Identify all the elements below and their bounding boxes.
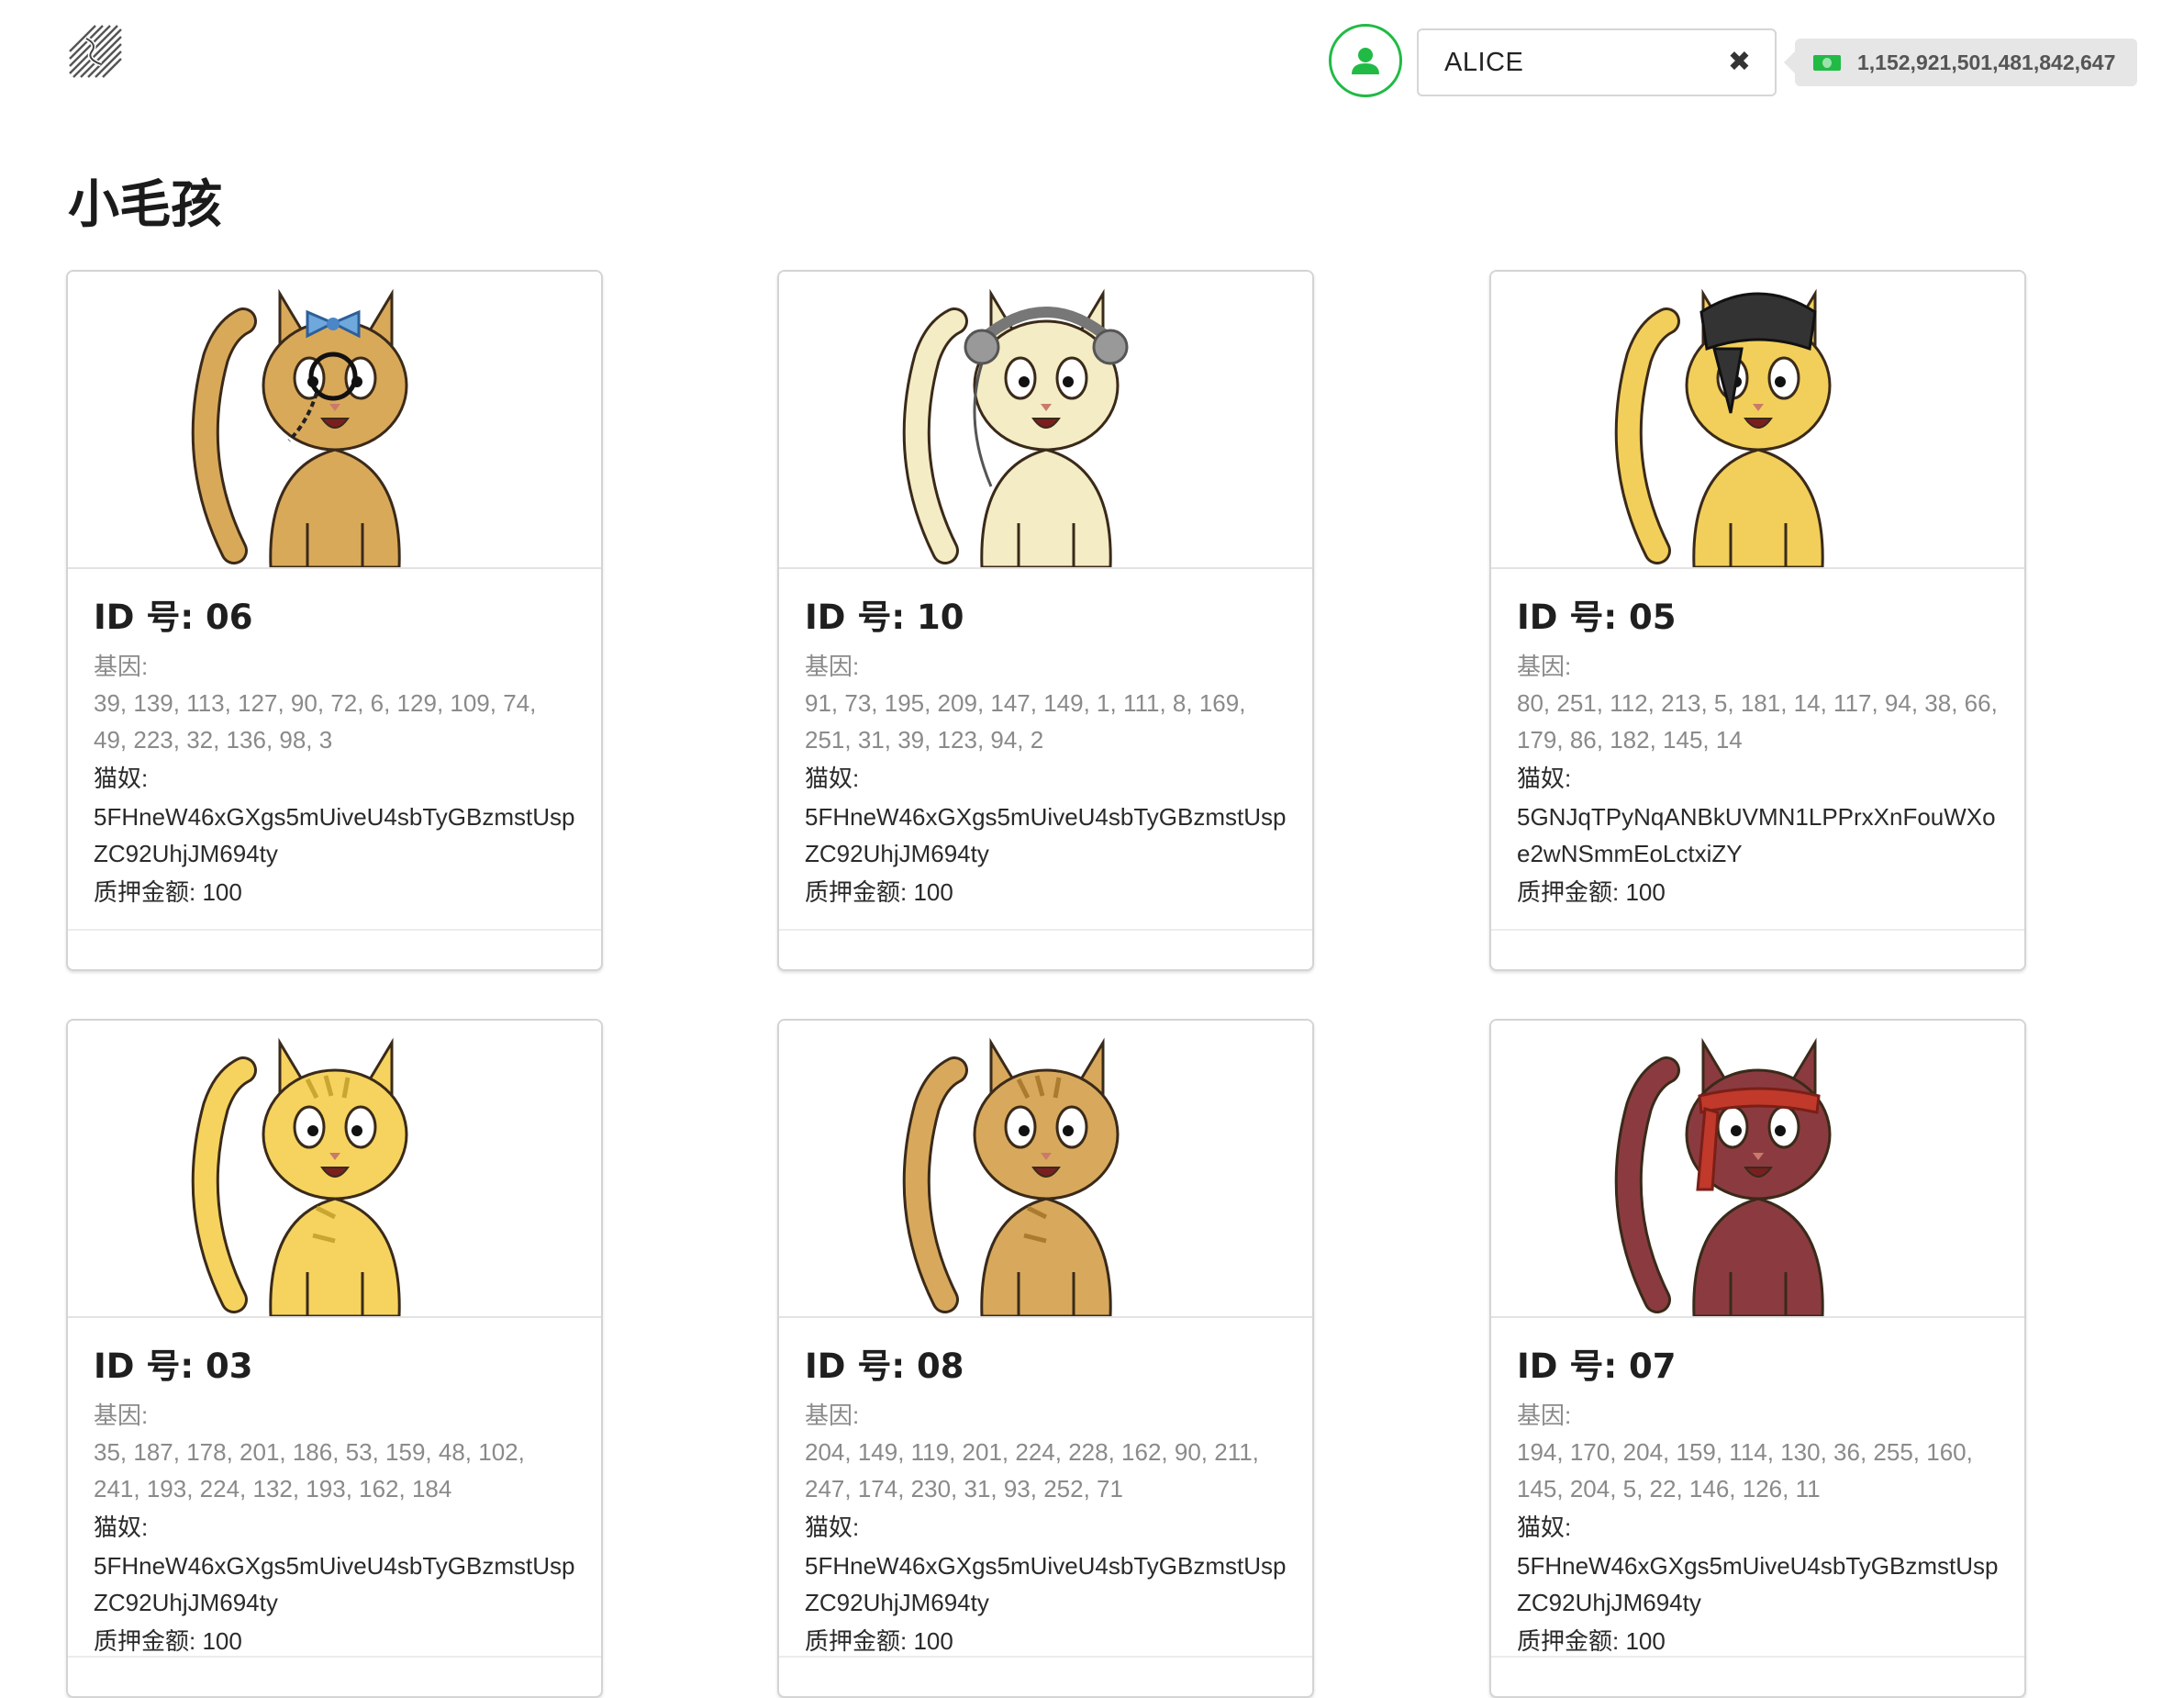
kitty-illustration xyxy=(179,275,491,567)
kitty-image xyxy=(1491,1021,2024,1318)
cat-illustration xyxy=(902,288,1128,567)
genes-label: 基因: xyxy=(805,653,860,680)
kitty-owner: 5FHneW46xGXgs5mUiveU4sbTyGBzmstUspZC92Uh… xyxy=(805,1552,1287,1616)
card-extra xyxy=(1491,929,2024,969)
account-selector[interactable]: ALICE ✖ xyxy=(1417,28,1777,96)
owner-label: 猫奴: xyxy=(1517,1514,1572,1541)
kitty-id: ID 号: 07 xyxy=(1517,1346,1677,1386)
kitty-genes: 91, 73, 195, 209, 147, 149, 1, 111, 8, 1… xyxy=(805,689,1246,754)
money-icon xyxy=(1813,54,1841,71)
kitty-card-content: ID 号: 10 基因: 91, 73, 195, 209, 147, 149,… xyxy=(779,569,1312,910)
kitty-card-08: ID 号: 08 基因: 204, 149, 119, 201, 224, 22… xyxy=(777,1019,1314,1698)
kitty-image xyxy=(779,1021,1312,1318)
genes-label: 基因: xyxy=(805,1402,860,1429)
owner-label: 猫奴: xyxy=(805,765,860,792)
kitty-genes: 39, 139, 113, 127, 90, 72, 6, 129, 109, … xyxy=(94,689,537,754)
genes-label: 基因: xyxy=(1517,653,1572,680)
kitty-genes: 204, 149, 119, 201, 224, 228, 162, 90, 2… xyxy=(805,1438,1259,1503)
kitty-image xyxy=(779,272,1312,569)
genes-label: 基因: xyxy=(94,1402,149,1429)
kitty-stake: 质押金额: 100 xyxy=(1517,1627,1666,1655)
kitty-owner: 5GNJqTPyNqANBkUVMN1LPPrxXnFouWXoe2wNSmmE… xyxy=(1517,803,1996,867)
logo-icon xyxy=(69,25,122,78)
kitty-owner: 5FHneW46xGXgs5mUiveU4sbTyGBzmstUspZC92Uh… xyxy=(805,803,1287,867)
page-title: 小毛孩 xyxy=(68,175,222,235)
card-extra xyxy=(1491,1656,2024,1696)
kitty-stake: 质押金额: 100 xyxy=(805,878,953,906)
cat-illustration xyxy=(1614,288,1831,567)
kitty-genes: 194, 170, 204, 159, 114, 130, 36, 255, 1… xyxy=(1517,1438,1973,1503)
kitty-owner: 5FHneW46xGXgs5mUiveU4sbTyGBzmstUspZC92Uh… xyxy=(1517,1552,1999,1616)
account-name: ALICE xyxy=(1444,47,1524,77)
kitty-card-content: ID 号: 05 基因: 80, 251, 112, 213, 5, 181, … xyxy=(1491,569,2024,910)
cat-illustration xyxy=(1614,1037,1831,1316)
kitty-genes: 35, 187, 178, 201, 186, 53, 159, 48, 102… xyxy=(94,1438,525,1503)
kitty-illustration xyxy=(890,1024,1202,1316)
kitty-id: ID 号: 05 xyxy=(1517,598,1677,637)
kitty-card-content: ID 号: 03 基因: 35, 187, 178, 201, 186, 53,… xyxy=(68,1318,601,1659)
balance-value: 1,152,921,501,481,842,647 xyxy=(1857,50,2116,74)
kitty-card-content: ID 号: 08 基因: 204, 149, 119, 201, 224, 22… xyxy=(779,1318,1312,1659)
kitty-stake: 质押金额: 100 xyxy=(805,1627,953,1655)
kitty-card-content: ID 号: 06 基因: 39, 139, 113, 127, 90, 72, … xyxy=(68,569,601,910)
owner-label: 猫奴: xyxy=(1517,765,1572,792)
card-extra xyxy=(68,929,601,969)
genes-label: 基因: xyxy=(94,653,149,680)
cat-illustration xyxy=(902,1037,1119,1316)
kitty-stake: 质押金额: 100 xyxy=(94,878,242,906)
app-logo xyxy=(64,20,138,94)
owner-label: 猫奴: xyxy=(94,765,149,792)
kitty-id: ID 号: 03 xyxy=(94,1346,253,1386)
cat-illustration xyxy=(191,1037,407,1316)
kitty-image xyxy=(68,272,601,569)
kitty-illustration xyxy=(1602,1024,1914,1316)
card-extra xyxy=(68,1656,601,1696)
kitty-illustration xyxy=(890,275,1202,567)
kitty-card-05: ID 号: 05 基因: 80, 251, 112, 213, 5, 181, … xyxy=(1489,270,2026,971)
card-extra xyxy=(779,1656,1312,1696)
kitty-illustration xyxy=(179,1024,491,1316)
kitty-stake: 质押金额: 100 xyxy=(1517,878,1666,906)
kitty-owner: 5FHneW46xGXgs5mUiveU4sbTyGBzmstUspZC92Uh… xyxy=(94,1552,575,1616)
card-extra xyxy=(779,929,1312,969)
kitty-card-10: ID 号: 10 基因: 91, 73, 195, 209, 147, 149,… xyxy=(777,270,1314,971)
kitty-genes: 80, 251, 112, 213, 5, 181, 14, 117, 94, … xyxy=(1517,689,1998,754)
kitty-stake: 质押金额: 100 xyxy=(94,1627,242,1655)
kitty-card-06: ID 号: 06 基因: 39, 139, 113, 127, 90, 72, … xyxy=(66,270,603,971)
cat-illustration xyxy=(191,288,407,567)
kitty-card-content: ID 号: 07 基因: 194, 170, 204, 159, 114, 13… xyxy=(1491,1318,2024,1659)
genes-label: 基因: xyxy=(1517,1402,1572,1429)
owner-label: 猫奴: xyxy=(805,1514,860,1541)
account-avatar-button[interactable] xyxy=(1329,24,1402,97)
user-icon xyxy=(1352,48,1379,74)
clear-icon[interactable]: ✖ xyxy=(1728,49,1751,76)
kitty-illustration xyxy=(1602,275,1914,567)
balance-label: 1,152,921,501,481,842,647 xyxy=(1783,39,2138,86)
owner-label: 猫奴: xyxy=(94,1514,149,1541)
kitty-owner: 5FHneW46xGXgs5mUiveU4sbTyGBzmstUspZC92Uh… xyxy=(94,803,575,867)
kitty-card-03: ID 号: 03 基因: 35, 187, 178, 201, 186, 53,… xyxy=(66,1019,603,1698)
kitty-card-07: ID 号: 07 基因: 194, 170, 204, 159, 114, 13… xyxy=(1489,1019,2026,1698)
kitty-id: ID 号: 06 xyxy=(94,598,253,637)
kitty-id: ID 号: 10 xyxy=(805,598,964,637)
kitty-id: ID 号: 08 xyxy=(805,1346,964,1386)
kitty-image xyxy=(1491,272,2024,569)
kitty-image xyxy=(68,1021,601,1318)
